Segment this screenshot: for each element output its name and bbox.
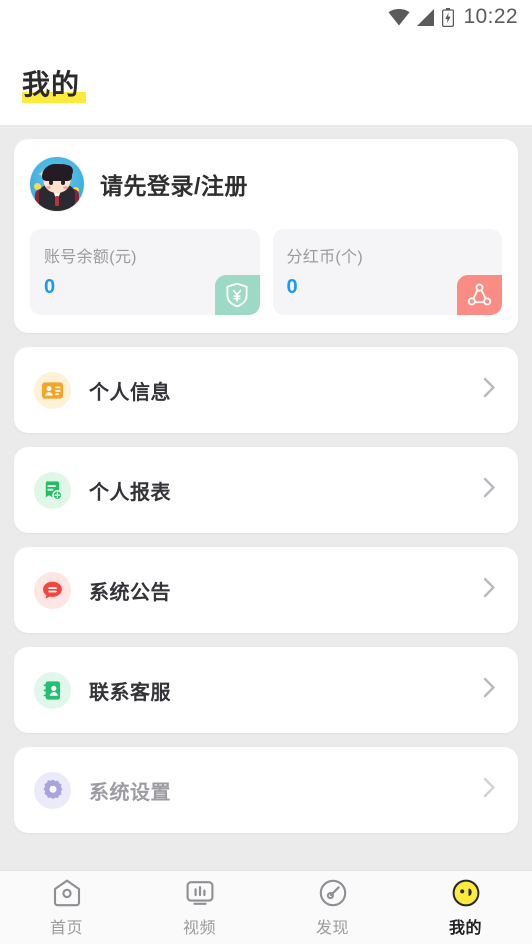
login-prompt-text[interactable]: 请先登录/注册: [100, 167, 248, 201]
profile-card: 请先登录/注册 账号余额(元) 0 分红币(个) 0: [14, 139, 518, 333]
page-header: 我的: [0, 34, 532, 125]
tab-label: 发现: [315, 920, 349, 937]
stat-card-balance[interactable]: 账号余额(元) 0: [30, 229, 260, 315]
tab-video[interactable]: 视频: [133, 871, 266, 944]
chevron-right-icon: [483, 777, 496, 803]
announcement-icon: [34, 571, 71, 609]
avatar-tie: [55, 196, 59, 206]
tab-mine[interactable]: 我的: [399, 871, 532, 944]
user-avatar[interactable]: [30, 157, 84, 211]
status-bar-clock: 10:22: [463, 5, 518, 28]
bottom-tab-bar: 首页 视频 发现 我的: [0, 870, 532, 944]
avatar-blush-right: [63, 186, 68, 189]
stat-label: 账号余额(元): [44, 249, 137, 266]
stats-row: 账号余额(元) 0 分红币(个) 0: [30, 229, 502, 315]
id-card-icon: [34, 371, 71, 409]
tab-label: 首页: [49, 920, 83, 937]
chevron-right-icon: [483, 677, 496, 703]
yen-shield-icon: [214, 275, 260, 315]
profile-header-row[interactable]: 请先登录/注册: [30, 157, 502, 211]
avatar-blush-left: [46, 186, 51, 189]
menu-item-label: 个人报表: [89, 481, 171, 504]
chevron-right-icon: [483, 577, 496, 603]
menu-item-personal-report[interactable]: 个人报表: [14, 447, 518, 533]
stat-label: 分红币(个): [286, 249, 363, 266]
tab-label: 视频: [182, 920, 216, 937]
compass-icon: [318, 877, 348, 909]
battery-icon: [442, 7, 455, 27]
monitor-icon: [185, 877, 215, 909]
menu-item-label: 系统设置: [89, 781, 171, 804]
menu-item-system-settings[interactable]: 系统设置: [14, 747, 518, 833]
page-body: 请先登录/注册 账号余额(元) 0 分红币(个) 0 个人信息 个人报表 系统公…: [0, 139, 532, 944]
app-screen: 10:22 我的 请先登录/注册 账号余额(元) 0 分红币(个) 0 个人信息…: [0, 0, 532, 944]
avatar-eye-right: [61, 180, 65, 185]
avatar-eye-left: [49, 180, 53, 185]
wifi-icon: [388, 8, 410, 26]
share-network-icon: [457, 275, 502, 315]
contact-book-icon: [34, 671, 71, 709]
signal-icon: [417, 8, 435, 26]
smiley-face-icon: [451, 877, 481, 909]
menu-item-personal-info[interactable]: 个人信息: [14, 347, 518, 433]
tab-discover[interactable]: 发现: [266, 871, 399, 944]
page-title: 我的: [22, 69, 81, 100]
menu-item-contact-support[interactable]: 联系客服: [14, 647, 518, 733]
chevron-right-icon: [483, 377, 496, 403]
chevron-right-icon: [483, 477, 496, 503]
gear-icon: [34, 771, 71, 809]
tab-home[interactable]: 首页: [0, 871, 133, 944]
menu-item-system-announcement[interactable]: 系统公告: [14, 547, 518, 633]
stat-card-dividend-coins[interactable]: 分红币(个) 0: [272, 229, 502, 315]
menu-item-label: 个人信息: [89, 381, 171, 404]
home-icon: [52, 877, 82, 909]
menu-item-label: 系统公告: [89, 581, 171, 604]
report-icon: [34, 471, 71, 509]
tab-label: 我的: [448, 920, 482, 937]
avatar-hair: [42, 164, 72, 181]
menu-item-label: 联系客服: [89, 681, 171, 704]
status-bar: 10:22: [0, 0, 532, 34]
